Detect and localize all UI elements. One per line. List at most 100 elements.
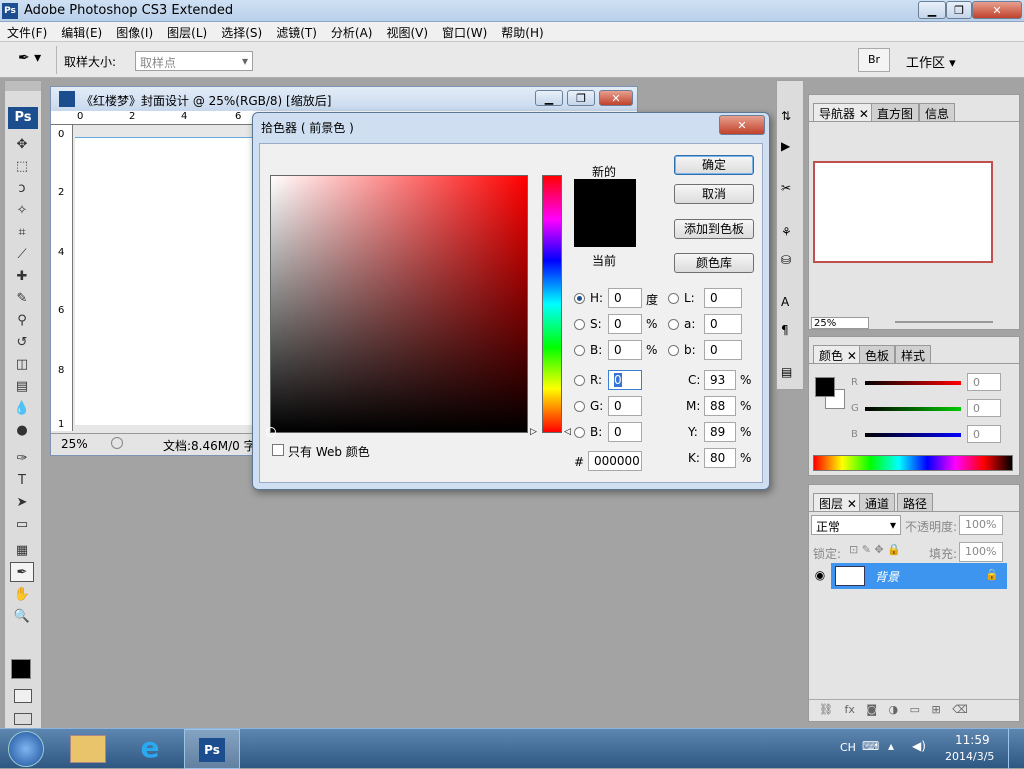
color-libraries-button[interactable]: 颜色库	[674, 253, 754, 273]
slice-tool-icon[interactable]: ⟋	[10, 244, 34, 264]
blur-tool-icon[interactable]: 💧	[10, 398, 34, 418]
tab-histogram[interactable]: 直方图	[871, 103, 920, 121]
blue-field[interactable]: 0	[608, 422, 642, 442]
layers-footer-icons[interactable]: ⛓ fx ◙ ◑ ▭ ⊞ ⌫	[809, 699, 1019, 721]
shape-tool-icon[interactable]: ▭	[10, 514, 34, 534]
menu-view[interactable]: 视图(V)	[379, 22, 435, 41]
foreground-color-swatch[interactable]	[11, 659, 31, 679]
sample-size-select[interactable]: 取样点 ▾	[135, 51, 253, 71]
navigator-preview[interactable]	[813, 161, 993, 263]
hex-field[interactable]: 000000	[588, 451, 642, 471]
photoshop-task-button[interactable]: Ps	[184, 729, 240, 769]
tool-presets-icon[interactable]: ✂	[781, 181, 799, 199]
c-field[interactable]: 93	[704, 370, 736, 390]
explorer-icon[interactable]	[70, 735, 106, 763]
menu-help[interactable]: 帮助(H)	[494, 22, 550, 41]
tab-styles[interactable]: 样式	[895, 345, 932, 363]
eraser-tool-icon[interactable]: ◫	[10, 354, 34, 374]
start-button[interactable]	[8, 731, 44, 767]
opacity-field[interactable]: 100%	[959, 515, 1003, 535]
eye-icon[interactable]: ◉	[809, 563, 831, 589]
tab-info[interactable]: 信息	[919, 103, 956, 121]
crop-tool-icon[interactable]: ⌗	[10, 222, 34, 242]
zoom-tool-icon[interactable]: 🔍	[10, 606, 34, 626]
clock-time[interactable]: 11:59	[955, 733, 990, 747]
doc-maximize-button[interactable]: ❐	[567, 90, 595, 106]
show-desktop-button[interactable]	[1008, 729, 1024, 769]
tab-layers[interactable]: 图层 ✕	[813, 493, 863, 511]
panel-b-field[interactable]: 0	[967, 425, 1001, 443]
lab-b-radio[interactable]	[668, 345, 679, 356]
h-field[interactable]: 0	[608, 288, 642, 308]
dialog-close-button[interactable]: ✕	[719, 115, 765, 135]
hue-slider[interactable]	[542, 175, 562, 433]
notes-tool-icon[interactable]: ▦	[10, 540, 34, 560]
history-brush-icon[interactable]: ↺	[10, 332, 34, 352]
y-field[interactable]: 89	[704, 422, 736, 442]
blend-mode-select[interactable]: 正常 ▾	[811, 515, 901, 535]
clone-source-icon[interactable]: ⛁	[781, 253, 799, 271]
navigator-zoom-field[interactable]: 25%	[811, 317, 869, 329]
status-menu-icon[interactable]	[111, 437, 123, 449]
color-cursor[interactable]	[266, 427, 276, 437]
r-field[interactable]: 0	[608, 370, 642, 390]
color-ramp[interactable]	[813, 455, 1013, 471]
tab-channels[interactable]: 通道	[859, 493, 896, 511]
marquee-tool-icon[interactable]: ⬚	[10, 156, 34, 176]
a-radio[interactable]	[668, 319, 679, 330]
history-icon[interactable]: ⇅	[781, 109, 799, 127]
stamp-tool-icon[interactable]: ⚲	[10, 310, 34, 330]
panel-fg-swatch[interactable]	[815, 377, 835, 397]
g-field[interactable]: 0	[608, 396, 642, 416]
workspace-button[interactable]: 工作区 ▾	[906, 52, 956, 71]
cancel-button[interactable]: 取消	[674, 184, 754, 204]
g-radio[interactable]	[574, 401, 585, 412]
panel-r-field[interactable]: 0	[967, 373, 1001, 391]
internet-explorer-icon[interactable]: e	[134, 733, 166, 765]
ok-button[interactable]: 确定	[674, 155, 754, 175]
l-radio[interactable]	[668, 293, 679, 304]
tab-navigator[interactable]: 导航器 ✕	[813, 103, 875, 121]
k-field[interactable]: 80	[704, 448, 736, 468]
hue-slider-right-arrow-icon[interactable]: ◁	[564, 427, 571, 437]
zoom-readout[interactable]: 25%	[61, 437, 88, 451]
lock-icons[interactable]: ⊡ ✎ ✥ 🔒	[849, 543, 901, 556]
magic-wand-tool-icon[interactable]: ✧	[10, 200, 34, 220]
panel-g-field[interactable]: 0	[967, 399, 1001, 417]
brightness-field[interactable]: 0	[608, 340, 642, 360]
brushes-icon[interactable]: ⚘	[781, 225, 799, 243]
menu-select[interactable]: 选择(S)	[214, 22, 269, 41]
h-radio[interactable]	[574, 293, 585, 304]
eyedropper-icon[interactable]: ✒ ▾	[18, 50, 41, 66]
pen-tool-icon[interactable]: ✑	[10, 448, 34, 468]
tab-color[interactable]: 颜色 ✕	[813, 345, 863, 363]
color-field[interactable]	[266, 175, 528, 437]
b-slider[interactable]	[865, 433, 961, 437]
tab-paths[interactable]: 路径	[897, 493, 934, 511]
navigator-zoom-slider[interactable]	[895, 321, 993, 323]
menu-image[interactable]: 图像(I)	[109, 22, 160, 41]
hue-slider-left-arrow-icon[interactable]: ▷	[530, 427, 537, 437]
language-indicator[interactable]: CH	[840, 741, 856, 754]
fill-field[interactable]: 100%	[959, 542, 1003, 562]
character-icon[interactable]: A	[781, 295, 799, 313]
tab-swatches[interactable]: 色板	[859, 345, 896, 363]
clock-date[interactable]: 2014/3/5	[945, 750, 994, 763]
type-tool-icon[interactable]: T	[10, 470, 34, 490]
layer-row-background[interactable]: ◉ 背景 🔒	[809, 563, 1007, 589]
keyboard-icon[interactable]: ⌨	[862, 739, 879, 753]
quick-mask-icon[interactable]	[14, 689, 32, 703]
close-button[interactable]: ✕	[972, 1, 1022, 19]
tray-arrow-icon[interactable]: ▴	[888, 739, 894, 753]
minimize-button[interactable]: ▁	[918, 1, 946, 19]
menu-window[interactable]: 窗口(W)	[435, 22, 494, 41]
doc-close-button[interactable]: ✕	[599, 90, 633, 106]
maximize-button[interactable]: ❐	[946, 1, 972, 19]
menu-layer[interactable]: 图层(L)	[160, 22, 214, 41]
layer-comps-icon[interactable]: ▤	[781, 365, 799, 383]
brightness-radio[interactable]	[574, 345, 585, 356]
doc-minimize-button[interactable]: ▁	[535, 90, 563, 106]
a-field[interactable]: 0	[704, 314, 742, 334]
path-select-tool-icon[interactable]: ➤	[10, 492, 34, 512]
blue-radio[interactable]	[574, 427, 585, 438]
